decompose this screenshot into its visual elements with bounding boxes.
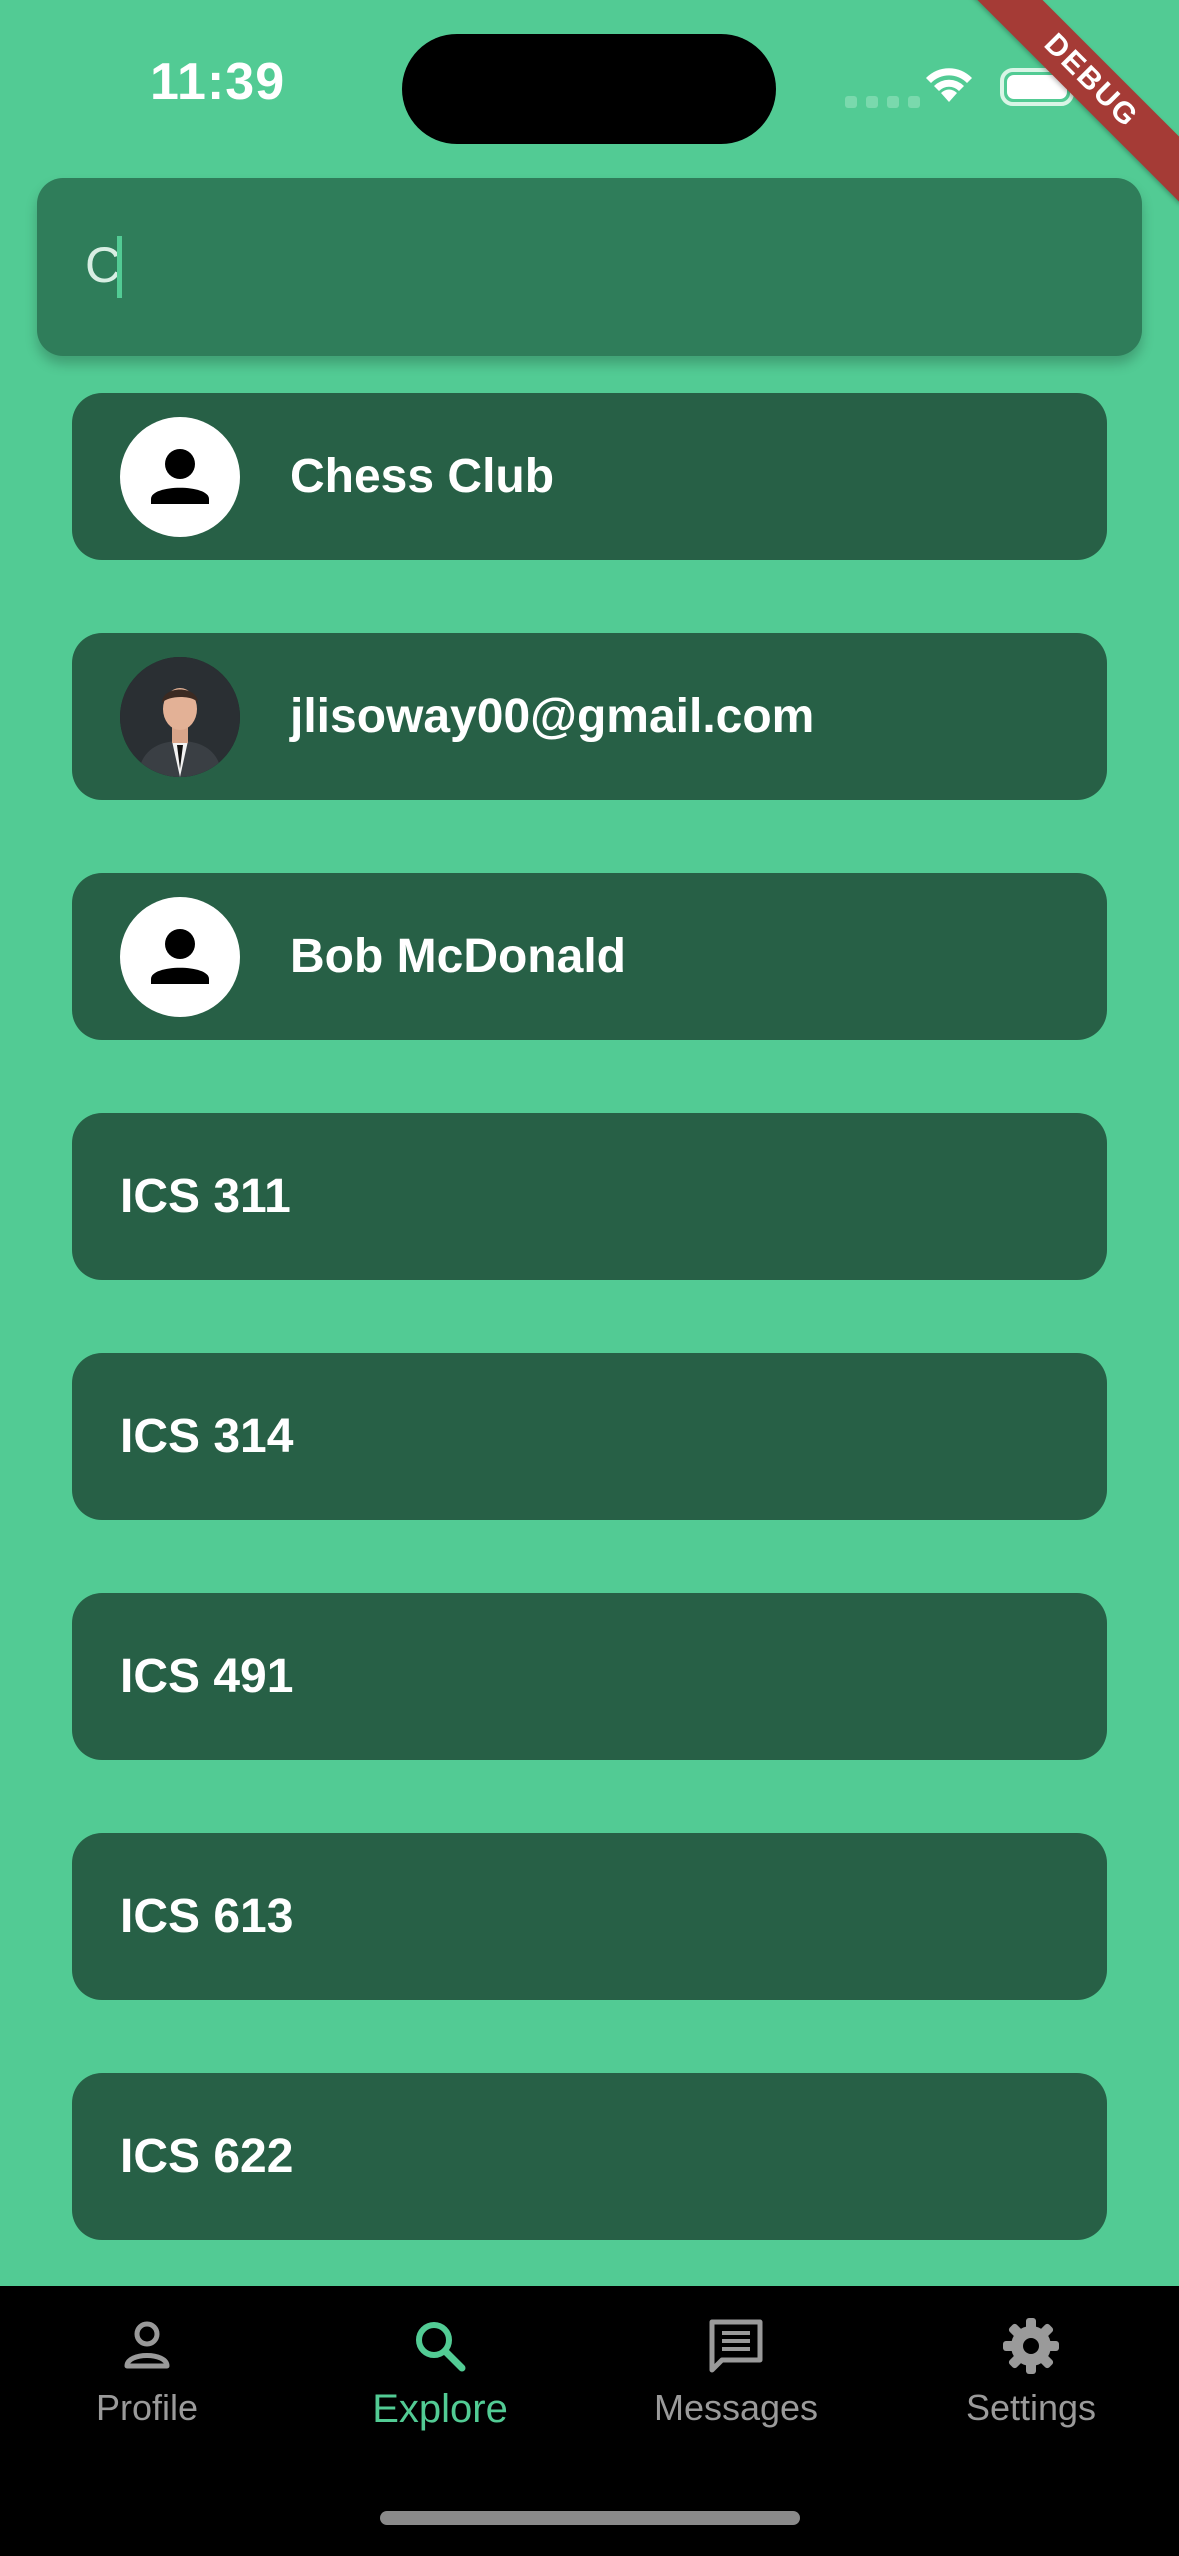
result-item-ics-311[interactable]: ICS 311 bbox=[72, 1113, 1107, 1280]
dynamic-island bbox=[402, 34, 776, 144]
result-item-ics-613[interactable]: ICS 613 bbox=[72, 1833, 1107, 2000]
message-icon bbox=[709, 2319, 763, 2373]
cellular-signal-icon bbox=[845, 96, 920, 108]
nav-label-settings: Settings bbox=[965, 2387, 1097, 2428]
result-label: ICS 314 bbox=[120, 1410, 294, 1463]
nav-tab-settings[interactable]: Settings bbox=[931, 2316, 1131, 2429]
text-cursor bbox=[117, 236, 122, 298]
result-item-ics-314[interactable]: ICS 314 bbox=[72, 1353, 1107, 1520]
result-label: ICS 613 bbox=[120, 1890, 294, 1943]
result-item-email-user[interactable]: jlisoway00@gmail.com bbox=[72, 633, 1107, 800]
home-indicator[interactable] bbox=[380, 2511, 800, 2525]
nav-label-messages: Messages bbox=[653, 2387, 819, 2428]
result-label: Bob McDonald bbox=[290, 930, 626, 983]
person-icon bbox=[120, 416, 240, 537]
nav-label-profile: Profile bbox=[95, 2387, 199, 2428]
nav-tab-explore[interactable]: Explore bbox=[340, 2316, 540, 2432]
search-results-list: Chess Club jlisoway00@gmail.com Bob McDo… bbox=[72, 393, 1107, 2313]
result-label: jlisoway00@gmail.com bbox=[290, 690, 815, 743]
person-outline-icon bbox=[124, 2321, 170, 2369]
nav-tab-messages[interactable]: Messages bbox=[636, 2316, 836, 2429]
search-box[interactable] bbox=[37, 178, 1142, 356]
search-input[interactable] bbox=[85, 236, 177, 294]
result-label: ICS 622 bbox=[120, 2130, 294, 2183]
profile-photo-avatar bbox=[120, 656, 240, 777]
result-label: ICS 311 bbox=[120, 1170, 291, 1223]
result-item-ics-491[interactable]: ICS 491 bbox=[72, 1593, 1107, 1760]
result-item-ics-622[interactable]: ICS 622 bbox=[72, 2073, 1107, 2240]
result-item-bob-mcdonald[interactable]: Bob McDonald bbox=[72, 873, 1107, 1040]
person-icon bbox=[120, 896, 240, 1017]
nav-tab-profile[interactable]: Profile bbox=[47, 2316, 247, 2429]
result-label: Chess Club bbox=[290, 450, 555, 503]
nav-label-explore: Explore bbox=[372, 2387, 508, 2431]
status-time: 11:39 bbox=[150, 53, 286, 111]
wifi-icon bbox=[920, 62, 978, 111]
gear-icon bbox=[1003, 2318, 1059, 2374]
search-icon bbox=[416, 2322, 466, 2372]
result-item-chess-club[interactable]: Chess Club bbox=[72, 393, 1107, 560]
result-label: ICS 491 bbox=[120, 1650, 294, 1703]
